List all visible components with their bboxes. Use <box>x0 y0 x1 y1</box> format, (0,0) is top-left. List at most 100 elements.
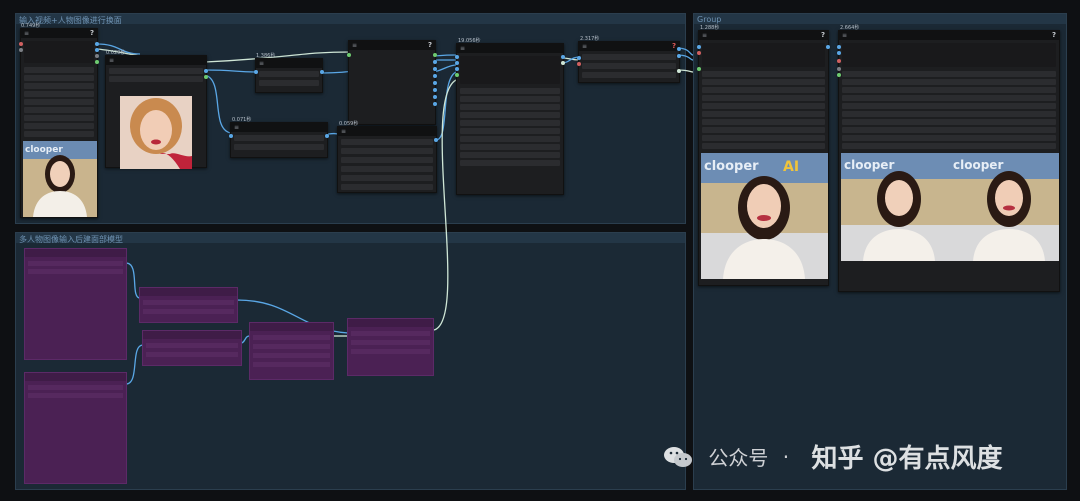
node-widget-row[interactable] <box>702 79 825 85</box>
node-widget-row[interactable] <box>702 127 825 133</box>
node-menu-icon[interactable]: ≡ <box>582 43 587 50</box>
node-widget-row[interactable] <box>842 87 1056 93</box>
node-widget-row[interactable] <box>460 96 560 102</box>
node-widget-row[interactable] <box>146 343 238 348</box>
node-port[interactable] <box>455 55 459 59</box>
node-port[interactable] <box>19 48 23 52</box>
node-bypassed-batch-a[interactable] <box>139 287 238 323</box>
node-widget-row[interactable] <box>341 148 433 154</box>
node-title-bar[interactable]: ≡ <box>338 127 436 136</box>
node-widget-row[interactable] <box>341 175 433 181</box>
node-widget-row[interactable] <box>234 135 324 141</box>
node-widget-row[interactable] <box>842 79 1056 85</box>
node-port[interactable] <box>433 95 437 99</box>
node-widget-row[interactable] <box>842 135 1056 141</box>
node-widget-row[interactable] <box>702 143 825 149</box>
node-preview-compare[interactable]: ≡? clooper clooper <box>837 30 1060 292</box>
node-port[interactable] <box>455 61 459 65</box>
node-bypassed-load-images-a[interactable] <box>24 248 127 360</box>
node-port[interactable] <box>433 67 437 71</box>
node-title-bar[interactable] <box>348 319 433 327</box>
node-widget-row[interactable] <box>24 75 94 81</box>
node-bypassed-build-face-model[interactable] <box>249 322 334 380</box>
node-port[interactable] <box>697 51 701 55</box>
node-widget-row[interactable] <box>460 160 560 166</box>
node-graph-canvas[interactable]: 输入视频+人物图像进行换面 多人物图像输入后建面部模型 Group 0.749秒… <box>0 0 1080 501</box>
help-icon[interactable]: ? <box>428 41 432 49</box>
node-port[interactable] <box>677 54 681 58</box>
node-title-bar[interactable] <box>140 288 237 296</box>
node-widget-row[interactable] <box>460 128 560 134</box>
node-port[interactable] <box>677 47 681 51</box>
node-widget-row[interactable] <box>842 111 1056 117</box>
node-widget-row[interactable] <box>460 136 560 142</box>
node-port[interactable] <box>254 70 258 74</box>
node-widget-row[interactable] <box>259 80 319 86</box>
node-port[interactable] <box>204 69 208 73</box>
node-widget-row[interactable] <box>109 76 203 82</box>
node-preview-output-1[interactable]: ≡? clooper AI <box>697 30 830 286</box>
node-widget-row[interactable] <box>259 71 319 77</box>
node-widget-row[interactable] <box>28 269 123 274</box>
node-widget-row[interactable] <box>28 385 123 390</box>
node-widget-row[interactable] <box>28 393 123 398</box>
node-processor-b[interactable]: ≡ <box>229 122 329 158</box>
node-port[interactable] <box>837 59 841 63</box>
node-widget-row[interactable] <box>341 139 433 145</box>
node-widget-row[interactable] <box>842 119 1056 125</box>
node-port[interactable] <box>837 45 841 49</box>
node-widget-row[interactable] <box>24 67 94 73</box>
node-title-bar[interactable]: ≡? <box>349 41 435 50</box>
node-widget-row[interactable] <box>842 95 1056 101</box>
node-widget-row[interactable] <box>24 91 94 97</box>
node-widget-row[interactable] <box>24 131 94 137</box>
node-widget-row[interactable] <box>351 331 430 336</box>
node-widget-row[interactable] <box>253 344 330 349</box>
node-widget-row[interactable] <box>253 335 330 340</box>
node-widget-row[interactable] <box>460 104 560 110</box>
node-widget-row[interactable] <box>582 72 676 78</box>
node-menu-icon[interactable]: ≡ <box>842 32 847 39</box>
node-port[interactable] <box>577 56 581 60</box>
node-port[interactable] <box>95 54 99 58</box>
node-widget-row[interactable] <box>702 111 825 117</box>
node-widget-row[interactable] <box>582 54 676 60</box>
node-port[interactable] <box>433 88 437 92</box>
node-port[interactable] <box>826 45 830 49</box>
node-widget-row[interactable] <box>460 144 560 150</box>
node-menu-icon[interactable]: ≡ <box>259 60 264 67</box>
node-widget-row[interactable] <box>109 68 203 74</box>
node-port[interactable] <box>347 53 351 57</box>
node-widget-row[interactable] <box>842 43 1056 67</box>
node-widget-row[interactable] <box>24 123 94 129</box>
node-port[interactable] <box>433 53 437 57</box>
node-port[interactable] <box>325 134 329 138</box>
node-port[interactable] <box>204 75 208 79</box>
node-widget-row[interactable] <box>842 143 1056 149</box>
node-port[interactable] <box>455 67 459 71</box>
node-bypassed-save-face-model[interactable] <box>347 318 434 376</box>
node-menu-icon[interactable]: ≡ <box>109 57 114 64</box>
node-bypassed-load-images-b[interactable] <box>24 372 127 484</box>
node-port[interactable] <box>837 67 841 71</box>
node-port[interactable] <box>697 45 701 49</box>
node-port[interactable] <box>434 138 438 142</box>
node-title-bar[interactable]: ≡ <box>256 59 322 68</box>
node-widget-row[interactable] <box>702 87 825 93</box>
node-port[interactable] <box>561 55 565 59</box>
node-port[interactable] <box>95 60 99 64</box>
node-menu-icon[interactable]: ≡ <box>24 30 29 37</box>
node-processor-a[interactable]: ≡ <box>254 58 324 93</box>
node-widget-row[interactable] <box>702 135 825 141</box>
node-widget-row[interactable] <box>143 300 234 305</box>
node-widget-row[interactable] <box>28 261 123 266</box>
node-title-bar[interactable] <box>25 373 126 381</box>
node-widget-row[interactable] <box>234 144 324 150</box>
node-widget-row[interactable] <box>702 71 825 77</box>
node-port[interactable] <box>433 74 437 78</box>
node-widget-row[interactable] <box>842 71 1056 77</box>
node-load-image[interactable]: ≡ <box>105 55 208 169</box>
help-icon[interactable]: ? <box>1052 31 1056 39</box>
node-widget-row[interactable] <box>460 120 560 126</box>
node-bypassed-batch-b[interactable] <box>142 330 242 366</box>
